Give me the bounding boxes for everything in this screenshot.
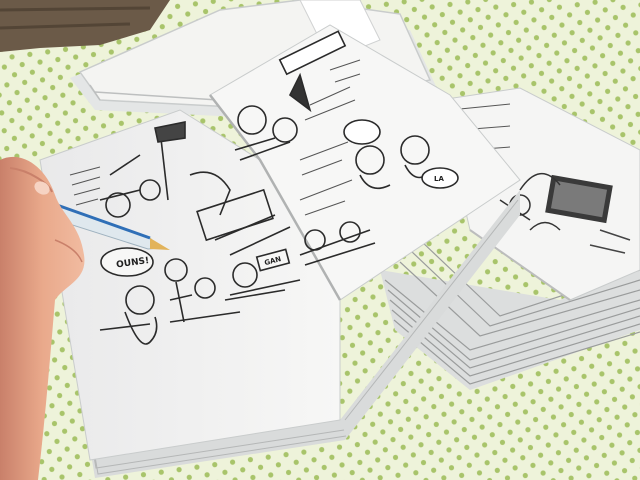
speech-balloon-la: LA xyxy=(434,175,444,183)
photo-scene: OUNS! LA GAN xyxy=(0,0,640,480)
